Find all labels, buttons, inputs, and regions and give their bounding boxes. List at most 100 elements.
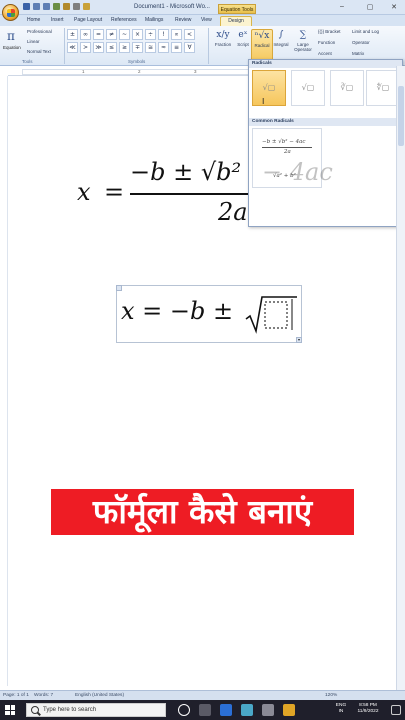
equation-button-label[interactable]: Equation	[3, 45, 21, 50]
tab-design[interactable]: Design	[220, 16, 252, 26]
formula1-equals: =	[104, 178, 125, 206]
formula1-variable: x	[77, 178, 91, 206]
undo-icon[interactable]	[33, 3, 40, 10]
vertical-scrollbar[interactable]	[396, 66, 405, 690]
windows-start-icon[interactable]	[5, 705, 15, 715]
square-root-option[interactable]: √▢	[291, 70, 325, 106]
linear-option[interactable]: Linear	[27, 39, 40, 44]
symbols-group-label: Symbols	[128, 59, 146, 64]
fourth-root-option[interactable]: ∜▢	[366, 70, 400, 106]
tab-references[interactable]: References	[111, 17, 137, 23]
symbol-button[interactable]: ≤	[106, 42, 117, 53]
group-divider	[208, 28, 209, 64]
photos-app-icon[interactable]	[241, 704, 253, 716]
search-icon	[31, 706, 39, 714]
ribbon-tabs: Home Insert Page Layout References Maili…	[0, 15, 405, 26]
tab-review[interactable]: Review	[175, 17, 191, 23]
radicals-header: Radicals	[249, 60, 402, 68]
language-indicator[interactable]: English (United States)	[75, 693, 124, 698]
accent-button[interactable]: Accent	[318, 51, 332, 56]
settings-app-icon[interactable]	[262, 704, 274, 716]
zoom-level[interactable]: 120%	[325, 693, 337, 698]
redo-icon[interactable]	[43, 3, 50, 10]
ruler-mark: 1	[82, 69, 85, 74]
title-bar: Document1 - Microsoft Wo... Equation Too…	[0, 0, 405, 15]
cube-root-option[interactable]: ∛▢	[330, 70, 364, 106]
tab-page-layout[interactable]: Page Layout	[74, 17, 102, 23]
close-button[interactable]: ✕	[388, 3, 400, 11]
page-count[interactable]: Page: 1 of 1	[3, 693, 29, 698]
symbol-button[interactable]: ≈	[158, 42, 169, 53]
fraction-label: Fraction	[214, 42, 232, 47]
equation-box-handle[interactable]	[116, 285, 122, 291]
limit-and-log-button[interactable]: Limit and Log	[352, 29, 379, 34]
function-button[interactable]: Function	[318, 40, 335, 45]
equation-options-dropdown[interactable]: ▾	[296, 337, 302, 343]
task-view-icon[interactable]	[178, 704, 190, 716]
format-painter-icon[interactable]	[83, 3, 90, 10]
clock[interactable]: 8:58 PM 11/9/2022	[351, 703, 385, 715]
open-icon[interactable]	[63, 3, 70, 10]
symbol-button[interactable]: ±	[67, 29, 78, 40]
notification-icon[interactable]	[391, 705, 401, 715]
symbol-button[interactable]: ÷	[145, 29, 156, 40]
quadratic-formula-option[interactable]: −b ± √b² − 4ac	[262, 139, 305, 145]
minimize-button[interactable]: –	[336, 3, 348, 10]
word-app-icon[interactable]	[220, 704, 232, 716]
tab-view[interactable]: View	[201, 17, 212, 23]
integral-button[interactable]: ∫ Integral	[270, 29, 292, 47]
symbols-gallery: ± ∞ = ≠ ~ × ÷ ! ∝ < ≪ > ≫ ≤ ≥ ∓ ≅ ≈ ≡ ∀	[67, 29, 195, 53]
tab-mailings[interactable]: Mailings	[145, 17, 163, 23]
symbol-button[interactable]: ∞	[80, 29, 91, 40]
group-divider	[64, 28, 65, 64]
large-operator-label: Large Operator	[294, 42, 312, 52]
radical-icon: ⁿ√x	[254, 31, 270, 41]
symbol-button[interactable]: ≅	[145, 42, 156, 53]
tab-insert[interactable]: Insert	[51, 17, 64, 23]
word-count[interactable]: Words: 7	[34, 693, 53, 698]
equation-icon[interactable]: π	[7, 29, 15, 43]
print-icon[interactable]	[53, 3, 60, 10]
matrix-button[interactable]: Matrix	[352, 51, 364, 56]
spelling-icon[interactable]	[73, 3, 80, 10]
symbol-button[interactable]: =	[93, 29, 104, 40]
radical-label: Radical	[254, 43, 270, 48]
large-operator-icon: ∑	[299, 30, 307, 40]
language-indicator[interactable]: ENG IN	[335, 703, 347, 715]
symbol-button[interactable]: ∓	[132, 42, 143, 53]
formula2-text: x = −b ±	[121, 297, 234, 325]
symbol-button[interactable]: ∝	[171, 29, 182, 40]
tab-home[interactable]: Home	[27, 17, 40, 23]
normal-text-option[interactable]: Normal Text	[27, 49, 51, 54]
scrollbar-thumb[interactable]	[398, 86, 404, 146]
maximize-button[interactable]: ▢	[364, 3, 376, 11]
radical-placeholder[interactable]	[245, 295, 297, 335]
task-switch-icon[interactable]	[199, 704, 211, 716]
ruler-mark: 2	[138, 69, 141, 74]
symbol-button[interactable]: ~	[119, 29, 130, 40]
symbol-button[interactable]: ≥	[119, 42, 130, 53]
equation-editor-box[interactable]: x = −b ± ▾	[116, 285, 302, 343]
office-button[interactable]	[2, 4, 19, 21]
large-operator-button[interactable]: ∑ Large Operator	[291, 29, 315, 52]
professional-option[interactable]: Professional	[27, 29, 52, 34]
symbol-button[interactable]: >	[80, 42, 91, 53]
bracket-button[interactable]: {()} Bracket	[318, 29, 341, 34]
square-root-with-degree-option[interactable]: √▢	[252, 70, 286, 106]
symbol-button[interactable]: !	[158, 29, 169, 40]
common-radicals-header: Common Radicals	[249, 118, 402, 126]
symbol-button[interactable]: ≪	[67, 42, 78, 53]
symbol-button[interactable]: ≡	[171, 42, 182, 53]
symbol-button[interactable]: ≠	[106, 29, 117, 40]
symbol-button[interactable]: ∀	[184, 42, 195, 53]
operator-button[interactable]: Operator	[352, 40, 370, 45]
file-explorer-icon[interactable]	[283, 704, 295, 716]
taskbar-search-box[interactable]: Type here to search	[26, 703, 166, 717]
vertical-ruler[interactable]	[0, 76, 8, 686]
symbol-button[interactable]: ≫	[93, 42, 104, 53]
fraction-button[interactable]: x/y Fraction	[212, 29, 234, 47]
symbol-button[interactable]: <	[184, 29, 195, 40]
symbol-button[interactable]: ×	[132, 29, 143, 40]
fraction-line	[262, 147, 312, 148]
save-icon[interactable]	[23, 3, 30, 10]
